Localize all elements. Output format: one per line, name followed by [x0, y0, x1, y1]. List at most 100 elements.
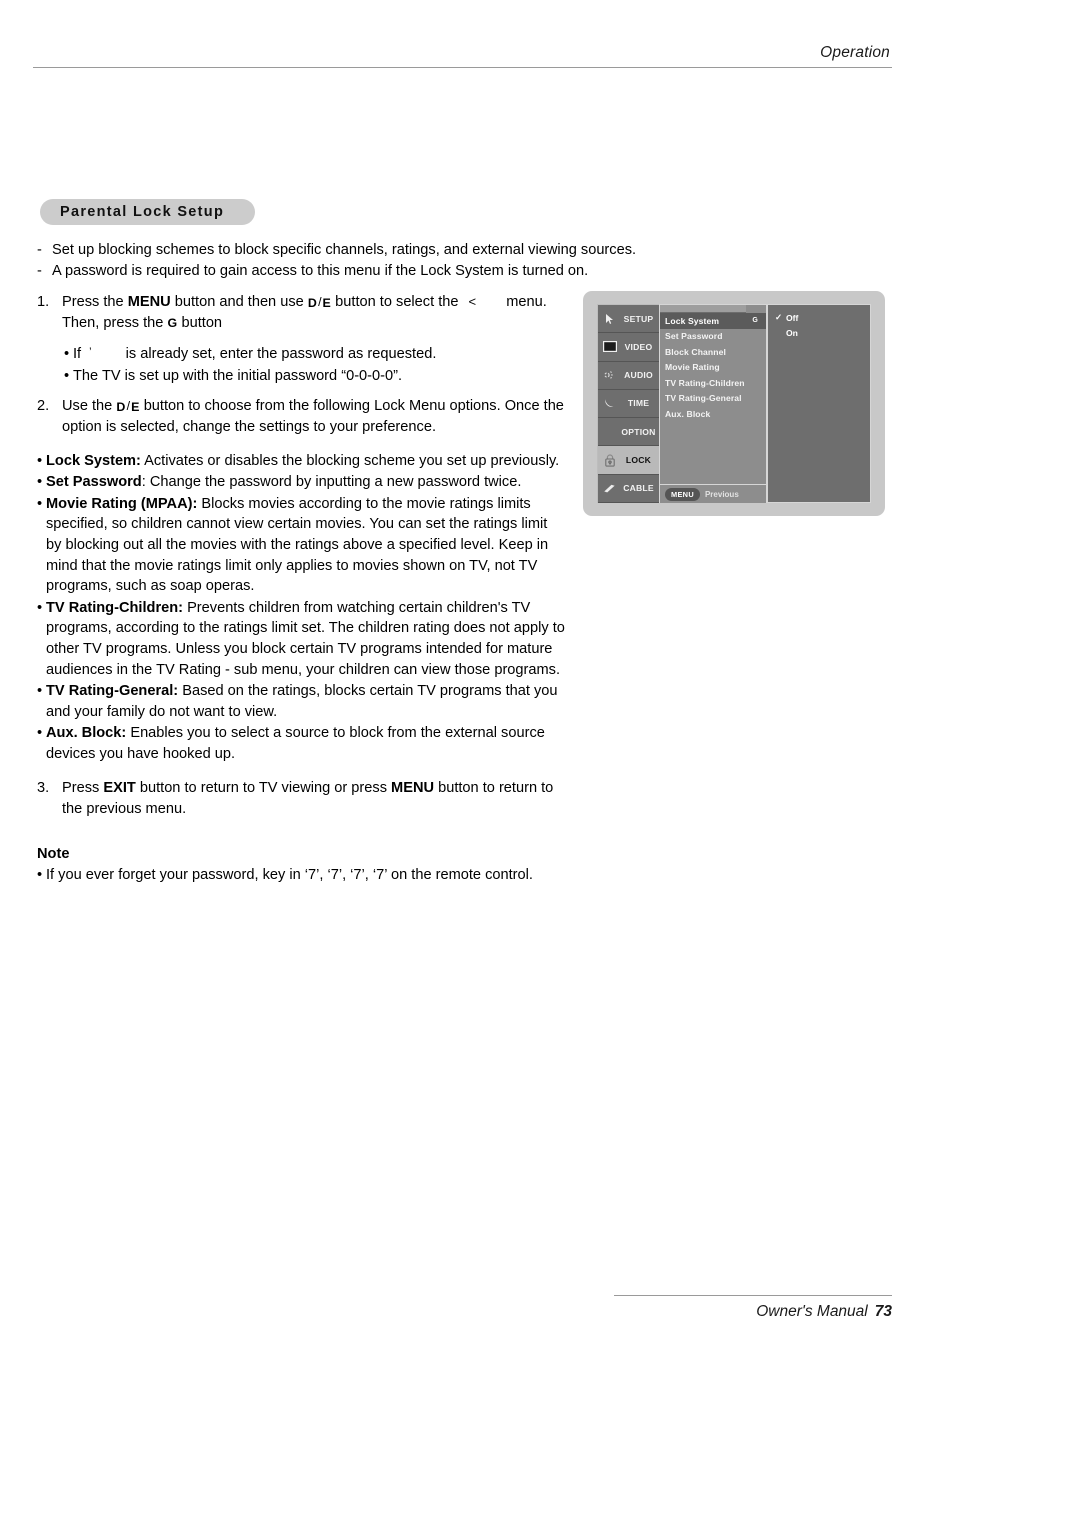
intro-list: - Set up blocking schemes to block speci…: [37, 240, 737, 282]
option-term: TV Rating-General:: [46, 683, 179, 700]
dash-marker: -: [37, 242, 42, 258]
osd-rail-label: OPTION: [621, 426, 656, 437]
osd-rail-item-cable[interactable]: CABLE: [598, 474, 659, 503]
bullet-marker: •: [64, 367, 70, 384]
lock-menu-icon: <: [468, 294, 477, 309]
header-divider: [33, 67, 892, 68]
note-body: • If you ever forget your password, key …: [37, 865, 565, 886]
option-desc: : Change the password by inputting a new…: [141, 474, 522, 491]
section-title-pill: Parental Lock Setup: [40, 199, 255, 225]
osd-rail-item-lock[interactable]: LOCK: [598, 446, 659, 475]
sub-bullet: • If ’ is already set, enter the passwor…: [64, 344, 565, 366]
step-text: Use the D/E button to choose from the fo…: [62, 396, 565, 437]
step-number: 1.: [37, 294, 50, 310]
step1-part3: button to select the: [331, 294, 463, 310]
osd-value-label: Off: [786, 312, 799, 323]
osd-rail-item-time[interactable]: TIME: [598, 389, 659, 419]
sub-bullet: • The TV is set up with the initial pass…: [64, 366, 565, 387]
osd-menu-item-label: Lock System: [665, 315, 720, 326]
osd-menu-item-label: Block Channel: [665, 346, 726, 357]
step-number: 2.: [37, 398, 50, 415]
step1-part5: button: [177, 314, 223, 331]
osd-menu-item-label: Aux. Block: [665, 408, 711, 419]
arrow-down-key-glyph: E: [322, 295, 332, 310]
osd-rail-item-audio[interactable]: AUDIO: [598, 361, 659, 390]
osd-rail-item-option[interactable]: OPTION: [598, 418, 659, 447]
osd-menu-button[interactable]: MENU: [665, 487, 700, 501]
osd-menu-item-movie-rating[interactable]: Movie Rating: [660, 360, 766, 376]
step-number: 3.: [37, 780, 50, 797]
bullet-marker: •: [64, 346, 70, 363]
sub-bullet-text: The TV is set up with the initial passwo…: [73, 367, 403, 384]
padlock-icon: [602, 454, 617, 467]
menu-key-label: MENU: [391, 780, 435, 797]
enter-key-glyph: G: [167, 316, 178, 331]
footer-content: Owner's Manual 73: [614, 1303, 892, 1321]
option-item: • TV Rating-General: Based on the rating…: [37, 681, 565, 722]
bullet-marker: •: [37, 452, 43, 469]
osd-menu-item-set-password[interactable]: Set Password: [660, 329, 766, 345]
page-title: Parental Lock Setup: [60, 204, 225, 220]
option-text: TV Rating-Children: Prevents children fr…: [46, 598, 565, 680]
osd-menu-item-tv-rating-children[interactable]: TV Rating-Children: [660, 375, 766, 391]
osd-menu-item-block-channel[interactable]: Block Channel: [660, 344, 766, 360]
osd-menu-item-label: Set Password: [665, 331, 723, 342]
osd-rail-label: VIDEO: [624, 341, 653, 352]
instruction-body: 1. Press the MENU button and then use D/…: [37, 292, 565, 886]
osd-menu-item-tv-rating-general[interactable]: TV Rating-General: [660, 391, 766, 407]
bullet-marker: •: [37, 474, 43, 491]
option-text: Movie Rating (MPAA): Blocks movies accor…: [46, 494, 565, 597]
step1-part1: Press the: [62, 294, 128, 310]
enter-key-glyph: G: [752, 317, 758, 325]
option-item: • Lock System: Activates or disables the…: [37, 451, 565, 472]
osd-rail-item-video[interactable]: VIDEO: [598, 333, 659, 362]
step-text: Press the MENU button and then use D/E b…: [62, 292, 565, 333]
cursor-arrow-icon: [602, 312, 617, 325]
arrow-up-key-glyph: D: [307, 295, 318, 310]
bullet-marker: •: [37, 495, 43, 512]
note-heading: Note: [37, 845, 70, 862]
osd-value-off[interactable]: ✓ Off: [768, 310, 870, 326]
cable-icon: [602, 482, 617, 495]
osd-tab-strip: [660, 305, 746, 313]
osd-rail-item-setup[interactable]: SETUP: [598, 305, 659, 334]
footer-divider: [614, 1295, 892, 1296]
option-term: TV Rating-Children:: [46, 599, 184, 616]
option-term: Movie Rating (MPAA):: [46, 495, 198, 512]
bullet-marker: •: [37, 725, 43, 742]
osd-rail-label: SETUP: [623, 313, 654, 324]
osd-menu-item-label: TV Rating-Children: [665, 377, 745, 388]
key-separator: /: [318, 295, 322, 309]
header-section-label: Operation: [820, 44, 890, 61]
step-text: Press EXIT button to return to TV viewin…: [62, 778, 565, 819]
page-number: 73: [874, 1303, 892, 1320]
osd-footer-bar: MENU Previous: [660, 484, 766, 503]
osd-category-rail: SETUP VIDEO AUDIO TIME OPTION LOCK CABLE: [597, 304, 659, 503]
manual-label: Owner's Manual: [756, 1303, 868, 1320]
osd-previous-label: Previous: [704, 489, 739, 499]
osd-rail-label: AUDIO: [624, 370, 653, 381]
dash-marker: -: [37, 263, 42, 279]
step-2: 2. Use the D/E button to choose from the…: [37, 396, 565, 437]
intro-line: - Set up blocking schemes to block speci…: [37, 240, 737, 261]
step-1: 1. Press the MENU button and then use D/…: [37, 292, 565, 333]
osd-value-on[interactable]: On: [768, 326, 870, 342]
step3-part2: button to return to TV viewing or press: [135, 780, 392, 797]
osd-menu-item-aux-block[interactable]: Aux. Block: [660, 406, 766, 422]
osd-value-pane: ✓ Off On: [767, 304, 871, 503]
option-text: Aux. Block: Enables you to select a sour…: [46, 723, 565, 764]
osd-rail-label: TIME: [627, 398, 650, 409]
option-term: Aux. Block:: [46, 725, 127, 742]
screen-icon: [602, 340, 617, 353]
tv-osd-screenshot: SETUP VIDEO AUDIO TIME OPTION LOCK CABLE…: [583, 291, 885, 516]
step1-sub-bullets: • If ’ is already set, enter the passwor…: [64, 344, 565, 386]
check-icon: ✓: [775, 312, 783, 323]
sub-bullet-text: If ’ is already set, enter the password …: [73, 344, 436, 366]
password-glyph-icon: ’: [89, 346, 92, 359]
option-term: Lock System:: [46, 452, 141, 469]
osd-menu-item-label: TV Rating-General: [665, 393, 742, 404]
step2-part1: Use the: [62, 398, 117, 415]
osd-menu-item-lock-system[interactable]: Lock System G: [660, 313, 766, 329]
sub-bullet-pre: If: [73, 346, 86, 363]
